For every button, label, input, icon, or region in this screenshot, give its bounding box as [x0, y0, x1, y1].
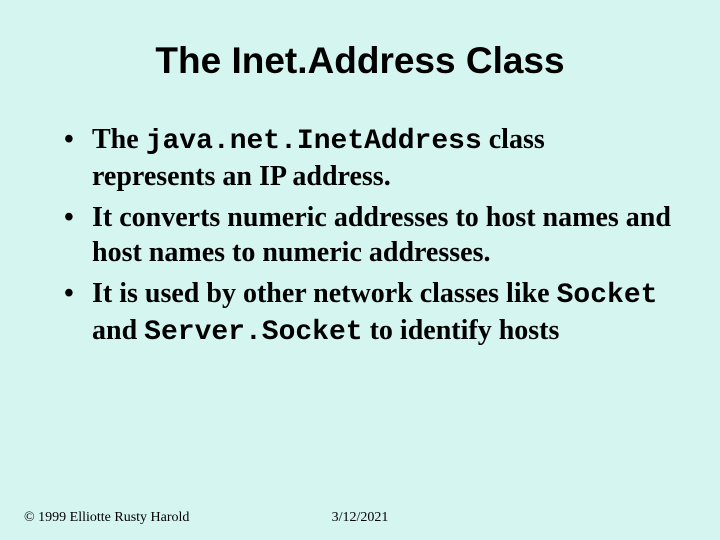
bullet-text: to identify hosts — [363, 315, 560, 346]
code-text: Server.Socket — [144, 317, 362, 348]
date-text: 3/12/2021 — [24, 510, 696, 526]
bullet-text: It converts numeric addresses to host na… — [92, 202, 671, 268]
code-text: Socket — [557, 280, 658, 311]
list-item: It is used by other network classes like… — [58, 276, 672, 350]
bullet-text: The — [92, 124, 146, 155]
slide: The Inet.Address Class The java.net.Inet… — [0, 0, 720, 540]
bullet-text: It is used by other network classes like — [92, 278, 557, 309]
bullet-text: and — [92, 315, 144, 346]
code-text: java.net.InetAddress — [146, 126, 482, 157]
slide-title: The Inet.Address Class — [48, 40, 672, 82]
list-item: The java.net.InetAddress class represent… — [58, 122, 672, 194]
list-item: It converts numeric addresses to host na… — [58, 200, 672, 270]
bullet-list: The java.net.InetAddress class represent… — [48, 122, 672, 350]
